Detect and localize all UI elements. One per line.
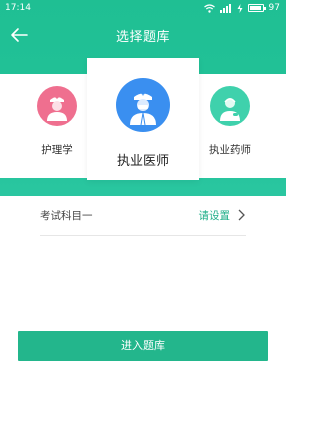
- nurse-avatar-icon: [37, 86, 77, 126]
- battery-icon: [247, 4, 266, 12]
- charging-icon: [237, 3, 243, 13]
- category-card-nursing[interactable]: 护理学: [22, 86, 92, 157]
- subject-setting-row[interactable]: 考试科目一 请设置: [40, 204, 246, 236]
- doctor-avatar-icon: [116, 78, 170, 132]
- battery-level: 97: [268, 3, 280, 13]
- chevron-right-icon: [238, 209, 245, 221]
- status-time: 17:14: [5, 3, 31, 13]
- pharmacist-avatar-icon: [210, 86, 250, 126]
- subject-label: 考试科目一: [40, 210, 93, 222]
- category-card-pharmacist[interactable]: 执业药师: [195, 86, 265, 157]
- status-icons: 97: [203, 0, 280, 16]
- enter-question-bank-button[interactable]: 进入题库: [18, 331, 268, 361]
- subject-value-link[interactable]: 请设置: [199, 208, 231, 223]
- category-label: 执业医师: [116, 154, 169, 169]
- signal-icon: [219, 3, 231, 13]
- category-label: 执业药师: [209, 144, 251, 156]
- wifi-icon: [203, 3, 215, 13]
- category-card-physician[interactable]: 执业医师: [87, 58, 199, 180]
- status-bar: 17:14 97: [0, 0, 286, 16]
- category-label: 护理学: [41, 144, 73, 156]
- page-title: 选择题库: [115, 30, 170, 45]
- nav-bar: 选择题库: [0, 18, 286, 52]
